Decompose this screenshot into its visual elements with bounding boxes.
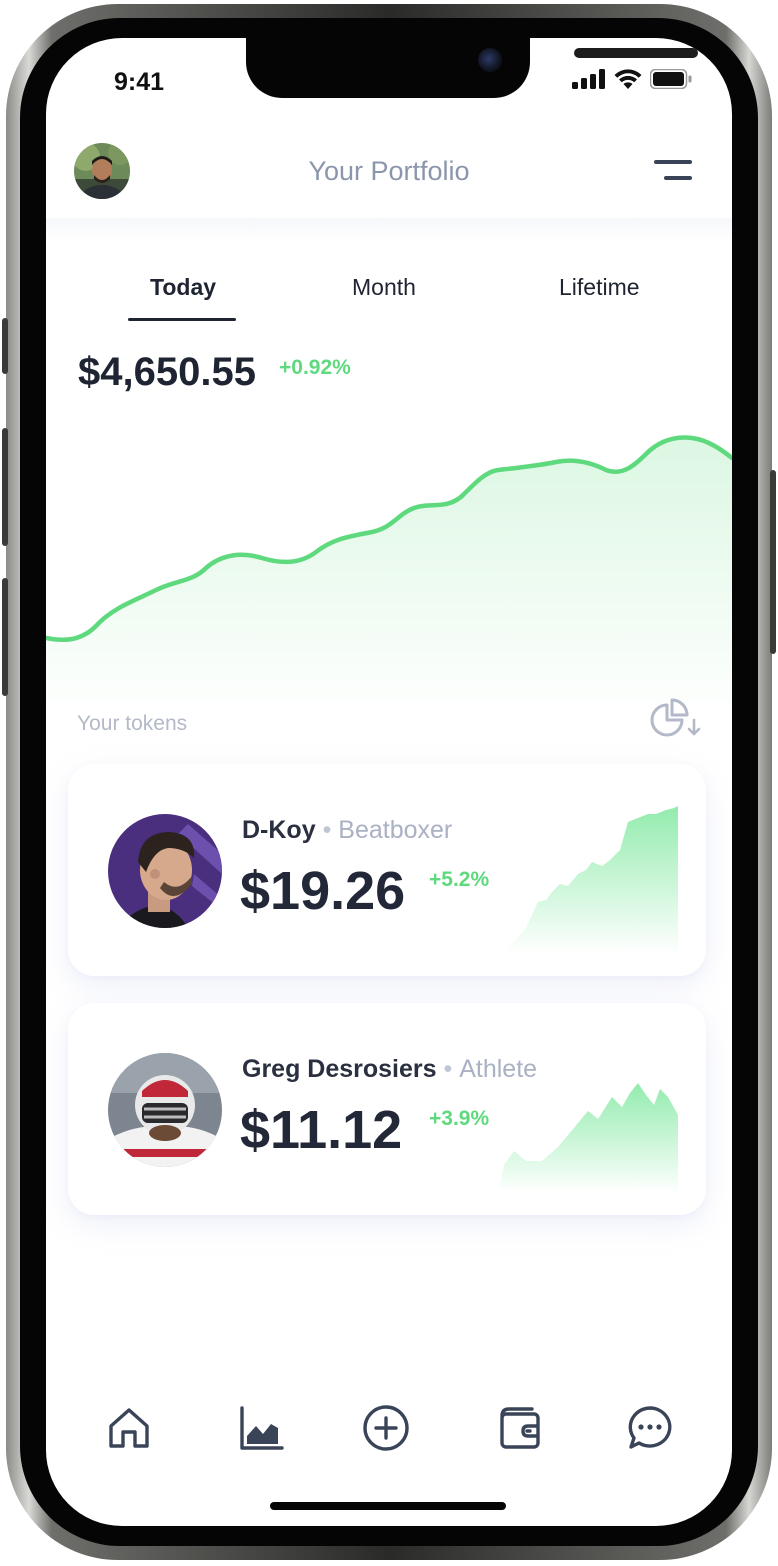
- portfolio-chart-area: [46, 437, 732, 718]
- status-time: 9:41: [114, 68, 165, 96]
- header-divider: [46, 218, 732, 242]
- token-sparkline: [498, 806, 678, 954]
- token-title: Greg Desrosiers • Athlete: [242, 1055, 537, 1084]
- side-button-volume-up: [2, 428, 8, 546]
- token-card-dkoy[interactable]: D-Koy • Beatboxer $19.26 +5.2%: [68, 764, 706, 976]
- tokens-section-label: Your tokens: [77, 712, 188, 735]
- tab-month[interactable]: Month: [352, 274, 416, 301]
- token-name: Greg Desrosiers: [242, 1055, 437, 1083]
- status-icons: [572, 69, 692, 89]
- wallet-icon[interactable]: [496, 1404, 544, 1452]
- token-name: D-Koy: [242, 816, 316, 844]
- menu-button[interactable]: [652, 160, 692, 184]
- menu-line-bottom: [664, 176, 692, 180]
- token-price: $11.12: [240, 1100, 403, 1160]
- battery-icon: [650, 69, 692, 89]
- token-price: $19.26: [240, 861, 406, 921]
- token-separator: •: [322, 816, 332, 844]
- tab-lifetime[interactable]: Lifetime: [559, 274, 640, 301]
- page-title: Your Portfolio: [308, 156, 470, 186]
- portfolio-value: $4,650.55: [78, 350, 256, 394]
- token-separator: •: [443, 1055, 453, 1083]
- speaker-grille: [574, 48, 698, 58]
- menu-line-top: [654, 160, 692, 164]
- token-title: D-Koy • Beatboxer: [242, 816, 452, 845]
- active-tab-indicator: [128, 318, 236, 321]
- portfolio-chart: [46, 435, 732, 718]
- notch: [246, 38, 698, 98]
- pie-sort-icon[interactable]: [650, 698, 702, 738]
- token-change: +5.2%: [429, 868, 490, 891]
- token-avatar: [108, 1053, 222, 1167]
- app-screen: 9:41 Your Portfolio Today Month Lifetime…: [46, 38, 732, 1526]
- token-avatar-image: [108, 814, 222, 928]
- token-role: Beatboxer: [338, 816, 453, 844]
- home-icon[interactable]: [105, 1404, 153, 1452]
- token-card-greg[interactable]: Greg Desrosiers • Athlete $11.12 +3.9%: [68, 1003, 706, 1215]
- token-avatar: [108, 814, 222, 928]
- side-button-mute: [2, 318, 8, 374]
- token-sparkline-area: [498, 806, 678, 954]
- token-sparkline: [498, 1083, 678, 1193]
- portfolio-change: +0.92%: [279, 356, 351, 379]
- token-change: +3.9%: [429, 1107, 490, 1130]
- chat-icon[interactable]: [626, 1404, 674, 1452]
- cellular-signal-icon: [572, 69, 605, 89]
- camera-icon: [478, 48, 502, 72]
- plus-circle-icon[interactable]: [362, 1404, 410, 1452]
- token-avatar-image: [108, 1053, 222, 1167]
- tab-today[interactable]: Today: [150, 274, 216, 301]
- side-button-power: [770, 470, 776, 654]
- side-button-volume-down: [2, 578, 8, 696]
- home-indicator[interactable]: [270, 1502, 506, 1510]
- wifi-icon: [614, 69, 642, 89]
- chart-icon[interactable]: [238, 1404, 286, 1452]
- token-sparkline-area: [498, 1083, 678, 1193]
